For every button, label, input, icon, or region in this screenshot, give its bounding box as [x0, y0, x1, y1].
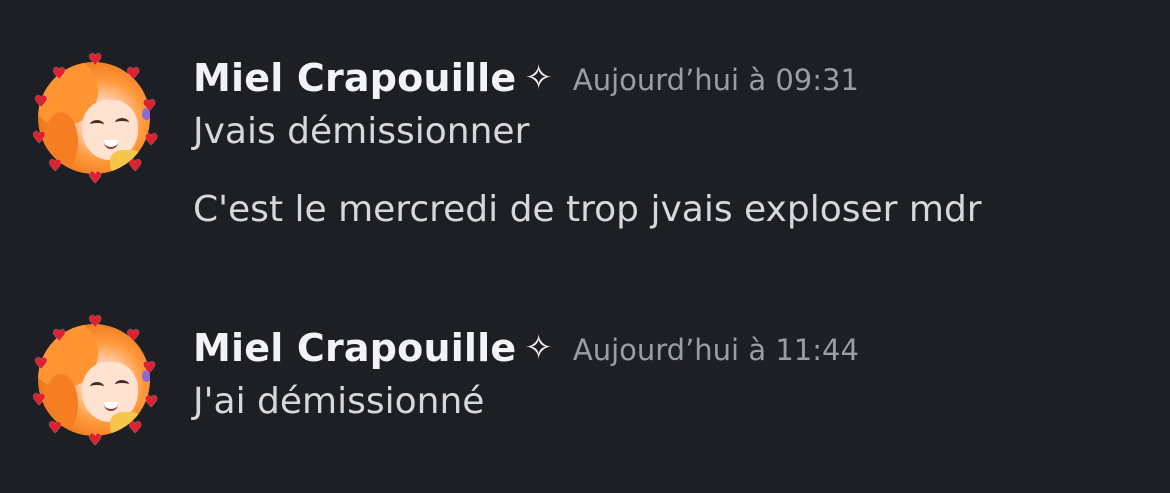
message-header: Miel Crapouille ✧ Aujourd’hui à 11:44 — [193, 318, 859, 378]
timestamp: Aujourd’hui à 09:31 — [572, 63, 859, 97]
heart-icon: ♥ — [32, 128, 47, 147]
message-text[interactable]: Jvais démissionner — [193, 110, 982, 154]
heart-icon: ♥ — [128, 418, 143, 437]
message-text[interactable]: J'ai démissionné — [193, 380, 859, 424]
timestamp: Aujourd’hui à 11:44 — [572, 333, 859, 367]
mouth-shape — [104, 402, 118, 411]
avatar[interactable]: ♥ ♥ ♥ ♥ ♥ ♥ ♥ ♥ ♥ ♥ — [30, 312, 159, 449]
heart-icon: ♥ — [144, 130, 159, 149]
eye-shape — [90, 382, 104, 391]
heart-icon: ♥ — [52, 326, 67, 345]
message-content: Miel Crapouille ✧ Aujourd’hui à 11:44 J'ai… — [193, 318, 859, 424]
message-text[interactable]: C'est le mercredi de trop jvais exploser… — [193, 188, 982, 232]
heart-icon: ♥ — [88, 312, 103, 331]
heart-icon: ♥ — [52, 64, 67, 83]
username[interactable]: Miel Crapouille — [193, 56, 516, 100]
heart-icon: ♥ — [88, 430, 103, 449]
message-header: Miel Crapouille ✧ Aujourd’hui à 09:31 — [193, 48, 982, 108]
chat-log: ♥ ♥ ♥ ♥ ♥ ♥ ♥ ♥ ♥ ♥ Miel Crapouille ✧ Aujo… — [0, 0, 1170, 493]
heart-icon: ♥ — [32, 390, 47, 409]
eye-shape — [115, 118, 129, 127]
username[interactable]: Miel Crapouille — [193, 326, 516, 370]
heart-icon: ♥ — [88, 168, 103, 187]
heart-icon: ♥ — [48, 156, 63, 175]
heart-icon: ♥ — [142, 96, 157, 115]
sparkle-icon: ✧ — [524, 328, 553, 368]
eye-shape — [115, 380, 129, 389]
heart-icon: ♥ — [144, 392, 159, 411]
heart-icon: ♥ — [34, 354, 49, 373]
heart-icon: ♥ — [34, 92, 49, 111]
heart-icon: ♥ — [48, 418, 63, 437]
message-content: Miel Crapouille ✧ Aujourd’hui à 09:31 Jvai… — [193, 48, 982, 232]
heart-icon: ♥ — [126, 64, 141, 83]
avatar[interactable]: ♥ ♥ ♥ ♥ ♥ ♥ ♥ ♥ ♥ ♥ — [30, 50, 159, 187]
sparkle-icon: ✧ — [524, 58, 553, 98]
heart-icon: ♥ — [126, 326, 141, 345]
heart-icon: ♥ — [142, 358, 157, 377]
heart-icon: ♥ — [88, 50, 103, 69]
heart-icon: ♥ — [128, 156, 143, 175]
mouth-shape — [104, 140, 118, 149]
eye-shape — [90, 120, 104, 129]
